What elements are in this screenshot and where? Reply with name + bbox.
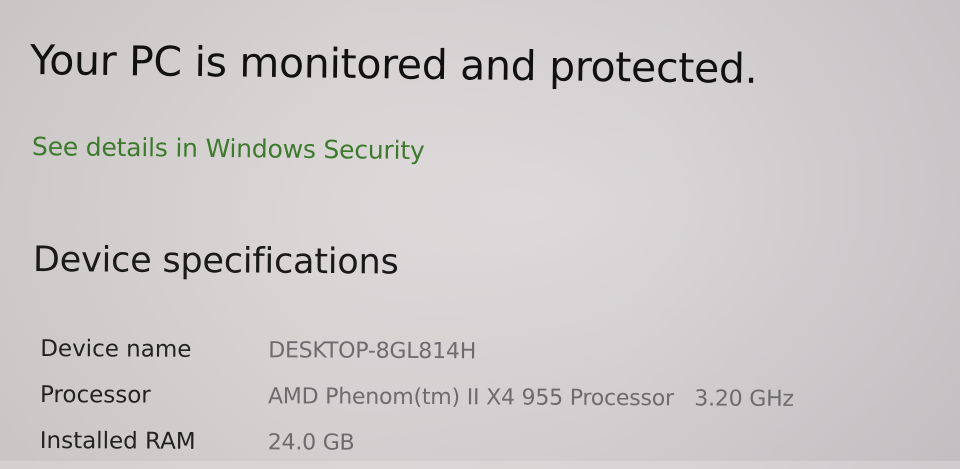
device-specifications-table: Device name DESKTOP-8GL814H Processor AM…	[40, 326, 921, 469]
spec-row-device-name: Device name DESKTOP-8GL814H	[40, 326, 920, 377]
spec-label-processor: Processor	[39, 382, 151, 409]
spec-value-installed-ram[interactable]: 24.0 GB	[268, 430, 355, 455]
device-specifications-heading: Device specifications	[32, 240, 399, 283]
spec-value-device-name[interactable]: DESKTOP-8GL814H	[268, 338, 476, 364]
spec-label-installed-ram: Installed RAM	[39, 427, 196, 455]
spec-row-processor: Processor AMD Phenom(tm) II X4 955 Proce…	[40, 372, 920, 423]
security-status-heading: Your PC is monitored and protected.	[29, 36, 758, 93]
spec-row-installed-ram: Installed RAM 24.0 GB	[40, 418, 920, 469]
spec-value-processor[interactable]: AMD Phenom(tm) II X4 955 Processor 3.20 …	[268, 384, 794, 412]
windows-security-link[interactable]: See details in Windows Security	[32, 132, 425, 165]
spec-label-device-name: Device name	[40, 336, 192, 363]
